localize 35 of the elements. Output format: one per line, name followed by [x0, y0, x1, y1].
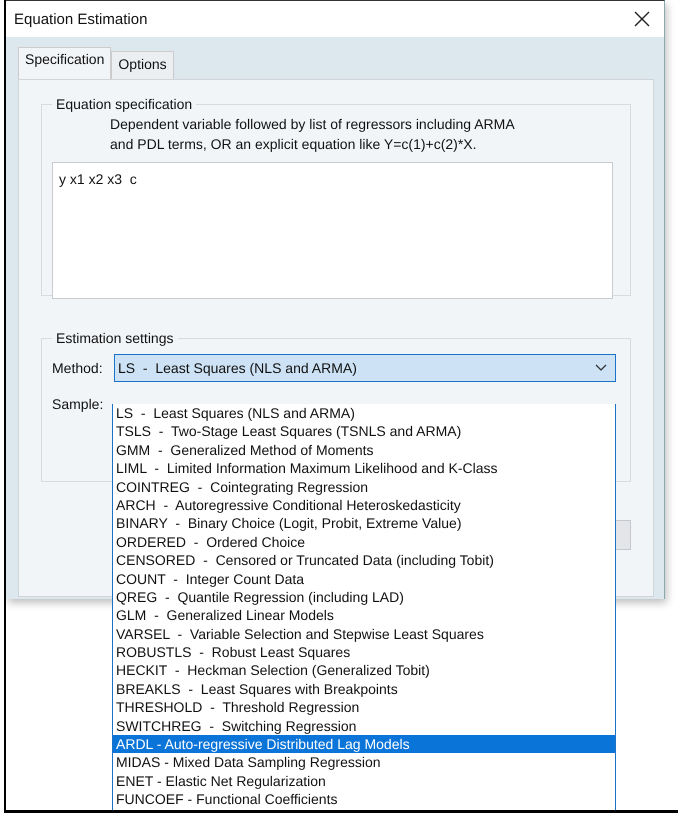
description-text: and PDL terms, OR an explicit equation like Y=c(1)+c(2)*X. [110, 135, 478, 154]
dropdown-option[interactable]: GMM - Generalized Method of Moments [113, 440, 615, 460]
method-dropdown[interactable]: LS - Least Squares (NLS and ARMA) [114, 354, 616, 382]
dropdown-option[interactable]: COUNT - Integer Count Data [113, 570, 615, 588]
dropdown-option[interactable]: BREAKLS - Least Squares with Breakpoints [113, 680, 615, 698]
dropdown-option[interactable]: VARSEL - Variable Selection and Stepwise Least Squares [113, 624, 615, 644]
dropdown-option[interactable]: CENSORED - Censored or Truncated Data (including Tobit) [113, 551, 615, 570]
window-title: Equation Estimation [14, 10, 148, 28]
group-title: Estimation settings [55, 330, 174, 346]
dropdown-option[interactable]: QREG - Quantile Regression (including LAD) [113, 588, 615, 606]
dropdown-option[interactable]: MIDAS - Mixed Data Sampling Regression [113, 753, 615, 772]
dropdown-option[interactable]: ORDERED - Ordered Choice [113, 532, 615, 552]
description-text: Dependent variable followed by list of regressors including ARMA [110, 115, 516, 134]
close-icon[interactable] [634, 11, 650, 27]
equation-field[interactable]: y x1 x2 x3 c [52, 162, 613, 299]
tab[interactable]: Specification [18, 47, 112, 79]
dropdown-option[interactable]: BINARY - Binary Choice (Logit, Probit, Extreme Value) [113, 514, 615, 533]
method-label: Method: [52, 360, 104, 376]
dropdown-option[interactable]: ARCH - Autoregressive Conditional Heteroskedasticity [113, 496, 615, 514]
dropdown-option[interactable]: COINTREG - Cointegrating Regression [113, 478, 615, 496]
group-title: Equation specification [55, 96, 194, 112]
dropdown-option[interactable]: LIML - Limited Information Maximum Likelihood and K-Class [113, 459, 615, 478]
sample-label: Sample: [52, 396, 104, 412]
dropdown-option[interactable]: TSLS - Two-Stage Least Squares (TSNLS and ARMA) [113, 422, 615, 441]
dropdown-option[interactable]: HECKIT - Heckman Selection (Generalized Tobit) [113, 661, 615, 680]
chevron-down-icon [595, 364, 607, 372]
dropdown-option[interactable]: FUNCOEF - Functional Coefficients [113, 790, 615, 809]
dropdown-option[interactable]: ARDL - Auto-regressive Distributed Lag Models [113, 735, 615, 754]
tab[interactable]: Options [111, 51, 174, 79]
dropdown-option[interactable]: GLM - Generalized Linear Models [113, 606, 615, 625]
dropdown-option[interactable]: THRESHOLD - Threshold Regression [113, 698, 615, 717]
dropdown-option[interactable]: ENET - Elastic Net Regularization [113, 772, 615, 790]
dropdown-option[interactable]: SWITCHREG - Switching Regression [113, 716, 615, 736]
dropdown-option[interactable]: ROBUSTLS - Robust Least Squares [113, 643, 615, 662]
dropdown-option[interactable]: LS - Least Squares (NLS and ARMA) [113, 404, 615, 422]
